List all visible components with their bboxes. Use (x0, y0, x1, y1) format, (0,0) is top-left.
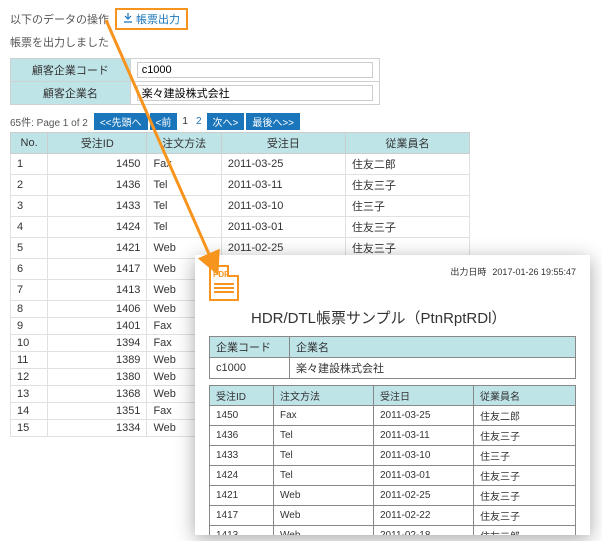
pdf-preview-card: PDF 出力日時2017-01-26 19:55:47 HDR/DTL帳票サンプ… (195, 255, 590, 535)
col-no: No. (11, 133, 48, 154)
table-row: 1424Tel2011-03-01住友三子 (210, 466, 576, 486)
customer-code-label: 顧客企業コード (11, 59, 131, 82)
table-row: 1421Web2011-02-25住友三子 (210, 486, 576, 506)
pager-last-button[interactable]: 最後へ>> (246, 113, 300, 130)
table-row: 1413Web2011-02-18住友二郎 (210, 526, 576, 536)
pager-page-2[interactable]: 2 (193, 116, 205, 127)
pager-summary: 65件: Page 1 of 2 (10, 114, 88, 129)
pdf-company-name-h: 企業名 (290, 337, 576, 358)
pdf-col-emp: 従業員名 (474, 386, 576, 406)
download-icon (123, 13, 133, 26)
customer-info-table: 顧客企業コード 顧客企業名 (10, 58, 380, 105)
pdf-company-name: 楽々建設株式会社 (290, 358, 576, 379)
customer-name-label: 顧客企業名 (11, 82, 131, 105)
pdf-col-method: 注文方法 (274, 386, 374, 406)
result-message: 帳票を出力しました (10, 34, 470, 50)
customer-code-input[interactable] (137, 62, 373, 78)
col-order-id: 受注ID (48, 133, 147, 154)
table-row: 1450Fax2011-03-25住友二郎 (210, 406, 576, 426)
customer-name-input[interactable] (137, 85, 373, 101)
pdf-output-date: 出力日時2017-01-26 19:55:47 (450, 265, 576, 278)
report-output-label: 帳票出力 (136, 11, 180, 27)
col-date: 受注日 (221, 133, 345, 154)
col-method: 注文方法 (147, 133, 221, 154)
pager-page-1: 1 (179, 116, 191, 127)
pager: 65件: Page 1 of 2 <<先頭へ <前 1 2 次へ> 最後へ>> (10, 113, 470, 130)
pdf-company-code: c1000 (210, 358, 290, 379)
pdf-col-date: 受注日 (374, 386, 474, 406)
pager-next-button[interactable]: 次へ> (207, 113, 245, 130)
table-row[interactable]: 21436Tel2011-03-11住友三子 (11, 175, 470, 196)
table-row: 1433Tel2011-03-10住三子 (210, 446, 576, 466)
table-row[interactable]: 31433Tel2011-03-10住三子 (11, 196, 470, 217)
report-output-button[interactable]: 帳票出力 (115, 8, 188, 30)
col-emp: 従業員名 (345, 133, 469, 154)
pager-prev-button[interactable]: <前 (150, 113, 178, 130)
pdf-icon: PDF (209, 265, 239, 301)
table-row: 1436Tel2011-03-11住友三子 (210, 426, 576, 446)
pdf-title: HDR/DTL帳票サンプル（PtnRptRDl） (209, 307, 576, 328)
pdf-company-table: 企業コード 企業名 c1000 楽々建設株式会社 (209, 336, 576, 379)
table-row[interactable]: 41424Tel2011-03-01住友三子 (11, 217, 470, 238)
table-row: 1417Web2011-02-22住友三子 (210, 506, 576, 526)
pdf-company-code-h: 企業コード (210, 337, 290, 358)
pdf-col-id: 受注ID (210, 386, 274, 406)
header-prefix: 以下のデータの操作 (10, 11, 109, 27)
pager-first-button[interactable]: <<先頭へ (94, 113, 148, 130)
table-row[interactable]: 11450Fax2011-03-25住友二郎 (11, 154, 470, 175)
pdf-detail-table: 受注ID 注文方法 受注日 従業員名 1450Fax2011-03-25住友二郎… (209, 385, 576, 535)
